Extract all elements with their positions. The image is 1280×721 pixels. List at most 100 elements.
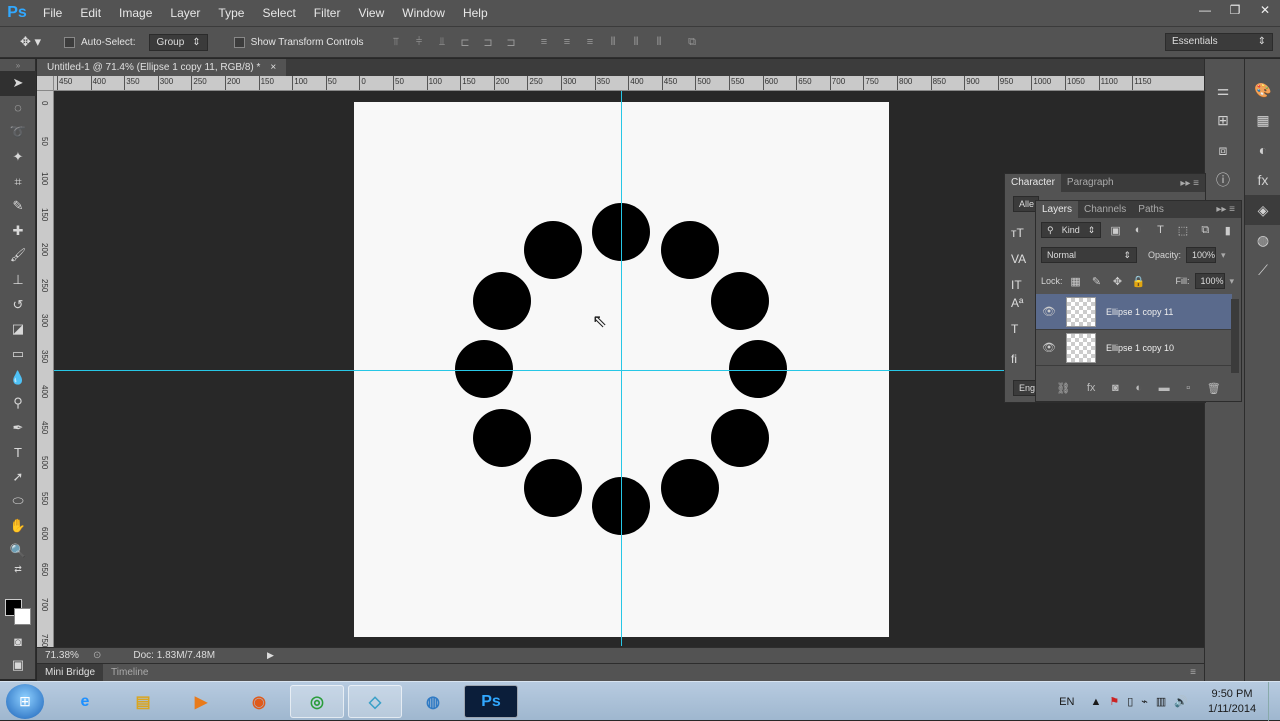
visibility-eye-icon[interactable]: 👁 xyxy=(1036,341,1062,354)
filter-type-icon[interactable]: T xyxy=(1152,224,1168,236)
blur-tool-icon[interactable]: 💧 xyxy=(0,366,36,391)
color-panel-icon[interactable]: 🎨 xyxy=(1245,75,1280,105)
brush-tool-icon[interactable]: 🖌 xyxy=(0,243,36,268)
properties-panel-icon[interactable]: ⊞ xyxy=(1205,105,1241,135)
photoshop-taskbar-icon[interactable]: Ps xyxy=(464,685,518,718)
delete-layer-icon[interactable]: 🗑 xyxy=(1207,382,1221,395)
show-hidden-icons-icon[interactable]: ▲ xyxy=(1090,696,1101,708)
move-tool-icon[interactable]: ✥ ▾ xyxy=(20,34,50,50)
adjustment-layer-icon[interactable]: ◐ xyxy=(1135,382,1142,394)
history-brush-tool-icon[interactable]: ↺ xyxy=(0,292,36,317)
network-app-icon[interactable]: ◍ xyxy=(406,685,460,718)
filter-smart-object-icon[interactable]: ⧉ xyxy=(1197,224,1213,237)
link-layers-icon[interactable]: ⛓ xyxy=(1056,382,1070,395)
align-right-icon[interactable]: ⊐ xyxy=(503,34,520,50)
swap-colors-icon[interactable]: ⇄ xyxy=(0,563,36,577)
ellipse-shape[interactable] xyxy=(455,340,513,398)
workspace-dropdown[interactable]: Essentials ⇕ xyxy=(1165,33,1273,51)
layer-kind-dropdown[interactable]: ⚲ Kind ⇕ xyxy=(1041,222,1102,238)
adjustments-icon[interactable]: ◐ xyxy=(1245,135,1280,165)
add-mask-icon[interactable]: ◙ xyxy=(1112,382,1119,394)
power-icon[interactable]: ⌁ xyxy=(1141,695,1148,708)
clock[interactable]: 9:50 PM 1/11/2014 xyxy=(1196,687,1268,717)
layer-row[interactable]: 👁 Ellipse 1 copy 11 xyxy=(1036,294,1232,330)
eyedropper-tool-icon[interactable]: ✎ xyxy=(0,194,36,219)
flag-icon[interactable]: ⚑ xyxy=(1109,695,1119,708)
auto-select-checkbox[interactable] xyxy=(64,36,75,48)
zoom-level[interactable]: 71.38% xyxy=(37,650,93,661)
ellipse-shape[interactable] xyxy=(660,221,719,280)
layers-scrollbar[interactable] xyxy=(1231,299,1239,373)
distribute-bottom-icon[interactable]: ≡ xyxy=(582,34,599,50)
layer-style-icon[interactable]: fx xyxy=(1087,382,1096,394)
filter-toggle-icon[interactable]: ▮ xyxy=(1220,224,1236,237)
vertical-ruler[interactable]: 0 50 100 150 200 250 300 350 400 450 500 550 600 650 7… xyxy=(37,91,54,647)
menu-view[interactable]: View xyxy=(349,0,393,26)
zoom-tool-icon[interactable]: 🔍 xyxy=(0,538,36,563)
eraser-tool-icon[interactable]: ◪ xyxy=(0,317,36,342)
auto-select-dropdown[interactable]: Group ⇕ xyxy=(149,33,208,51)
menu-window[interactable]: Window xyxy=(393,0,454,26)
collapse-toolbar-icon[interactable]: » xyxy=(0,59,36,71)
fill-dropdown-icon[interactable]: ▾ xyxy=(1230,276,1235,287)
healing-brush-tool-icon[interactable]: ✚ xyxy=(0,219,36,244)
ellipse-shape[interactable] xyxy=(660,458,719,517)
fill-field[interactable]: 100% xyxy=(1194,273,1225,289)
align-top-icon[interactable]: ⫪ xyxy=(388,34,405,50)
filter-pixel-icon[interactable]: ▣ xyxy=(1107,224,1123,237)
tab-character[interactable]: Character xyxy=(1005,174,1061,192)
info-panel-icon[interactable]: ⓘ xyxy=(1205,165,1241,195)
menu-filter[interactable]: Filter xyxy=(305,0,350,26)
language-indicator[interactable]: EN xyxy=(1059,696,1074,708)
clone-stamp-tool-icon[interactable]: ⊥ xyxy=(0,268,36,293)
layer-name[interactable]: Ellipse 1 copy 10 xyxy=(1106,343,1174,353)
distribute-left-icon[interactable]: ⦀ xyxy=(605,34,622,50)
magic-wand-tool-icon[interactable]: ✦ xyxy=(0,145,36,170)
menu-image[interactable]: Image xyxy=(110,0,161,26)
firefox-icon[interactable]: ◉ xyxy=(232,685,286,718)
new-layer-icon[interactable]: ▫ xyxy=(1186,382,1190,394)
history-panel-icon[interactable]: ⚌ xyxy=(1205,75,1241,105)
ellipse-shape[interactable] xyxy=(523,221,582,280)
channels-panel-icon[interactable]: ◍ xyxy=(1245,225,1280,255)
panel-menu-icon[interactable]: ≡ xyxy=(1190,664,1204,681)
status-info-icon[interactable]: ⊙ xyxy=(93,650,101,661)
type-tool-icon[interactable]: T xyxy=(0,440,36,465)
hand-tool-icon[interactable]: ✋ xyxy=(0,514,36,539)
align-vcenter-icon[interactable]: ⫩ xyxy=(411,34,428,50)
distribute-right-icon[interactable]: ⦀ xyxy=(651,34,668,50)
minimize-button[interactable]: — xyxy=(1190,0,1220,20)
tab-layers[interactable]: Layers xyxy=(1036,200,1079,219)
blend-mode-dropdown[interactable]: Normal ⇕ xyxy=(1041,247,1137,263)
network-icon[interactable]: ▥ xyxy=(1156,695,1166,708)
layers-panel-icon[interactable]: ◈ xyxy=(1245,195,1280,225)
align-hcenter-icon[interactable]: ⊐ xyxy=(480,34,497,50)
distribute-vcenter-icon[interactable]: ≡ xyxy=(559,34,576,50)
menu-edit[interactable]: Edit xyxy=(71,0,110,26)
chrome-icon[interactable]: ◎ xyxy=(290,685,344,718)
distribute-hcenter-icon[interactable]: ⦀ xyxy=(628,34,645,50)
horizontal-guide[interactable] xyxy=(54,370,1004,371)
screen-mode-icon[interactable]: ▣ xyxy=(0,653,36,678)
battery-icon[interactable]: ▯ xyxy=(1127,695,1133,708)
styles-panel-icon[interactable]: fx xyxy=(1245,165,1280,195)
ellipse-shape[interactable] xyxy=(729,340,787,398)
ellipse-shape[interactable] xyxy=(473,271,532,330)
close-button[interactable]: ✕ xyxy=(1250,0,1280,20)
vertical-guide[interactable] xyxy=(621,91,622,646)
menu-layer[interactable]: Layer xyxy=(161,0,209,26)
align-left-icon[interactable]: ⊏ xyxy=(457,34,474,50)
adjustments-panel-icon[interactable]: ⧈ xyxy=(1205,135,1241,165)
internet-explorer-icon[interactable]: e xyxy=(58,685,112,718)
opacity-field[interactable]: 100% xyxy=(1186,247,1217,263)
restore-button[interactable]: ❐ xyxy=(1220,0,1250,20)
tab-timeline[interactable]: Timeline xyxy=(103,664,156,681)
layer-row[interactable]: 👁 Ellipse 1 copy 10 xyxy=(1036,330,1232,366)
tab-mini-bridge[interactable]: Mini Bridge xyxy=(37,664,104,681)
new-group-icon[interactable]: ▬ xyxy=(1159,382,1170,394)
start-button[interactable]: ⊞ xyxy=(6,684,44,719)
lasso-tool-icon[interactable]: ➰ xyxy=(0,120,36,145)
close-tab-icon[interactable]: × xyxy=(270,62,276,73)
media-player-icon[interactable]: ▶ xyxy=(174,685,228,718)
menu-select[interactable]: Select xyxy=(253,0,304,26)
